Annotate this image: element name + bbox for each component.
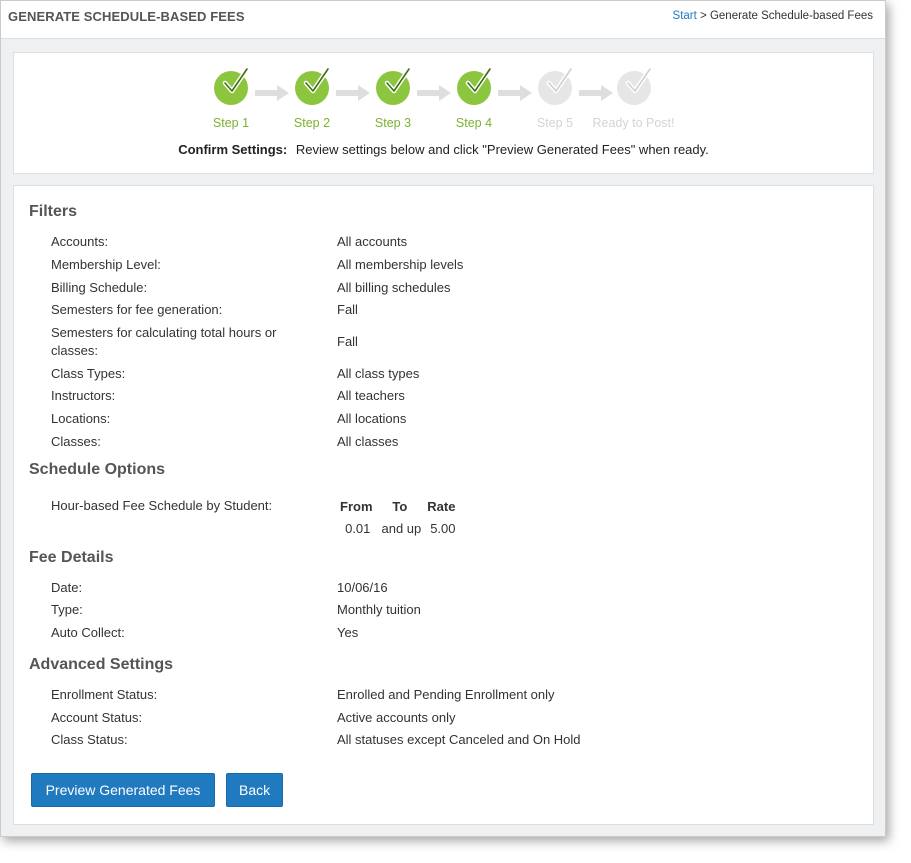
step-label: Step 2 bbox=[293, 116, 331, 130]
step-label: Step 3 bbox=[374, 116, 412, 130]
checkmark-icon bbox=[538, 66, 574, 105]
class-types-label: Class Types: bbox=[51, 366, 126, 381]
settings-summary-panel: Filters Accounts: All accounts Membershi… bbox=[13, 185, 874, 825]
fee-details-heading: Fee Details bbox=[29, 549, 114, 566]
table-header-row: From To Rate bbox=[337, 497, 461, 519]
confirm-title: Confirm Settings: bbox=[178, 142, 288, 157]
step-ready-to-post: Ready to Post! bbox=[581, 66, 686, 130]
type-value: Monthly tuition bbox=[337, 602, 421, 617]
instructors-value: All teachers bbox=[337, 388, 405, 403]
column-header-to: To bbox=[392, 499, 408, 514]
classes-label: Classes: bbox=[51, 434, 101, 449]
fee-semesters-value: Fall bbox=[337, 302, 358, 317]
back-button[interactable]: Back bbox=[226, 773, 283, 807]
accounts-label: Accounts: bbox=[51, 234, 109, 249]
confirm-instructions: Confirm Settings: Review settings below … bbox=[14, 142, 873, 157]
wizard-steps-panel: Step 1 Step 2 Step 3 Step 4 Step 5 Ready… bbox=[13, 52, 874, 174]
locations-value: All locations bbox=[337, 411, 407, 426]
rate-cell: 5.00 bbox=[430, 521, 456, 536]
hours-semesters-value: Fall bbox=[337, 334, 358, 349]
classes-value: All classes bbox=[337, 434, 399, 449]
app-window: GENERATE SCHEDULE-BASED FEES Start > Gen… bbox=[0, 0, 886, 837]
hour-fee-schedule-label: Hour-based Fee Schedule by Student: bbox=[51, 498, 273, 513]
membership-level-label: Membership Level: bbox=[51, 257, 161, 272]
breadcrumb-current: Generate Schedule-based Fees bbox=[709, 10, 873, 22]
type-label: Type: bbox=[51, 602, 83, 617]
schedule-options-heading: Schedule Options bbox=[29, 461, 166, 478]
preview-generated-fees-button[interactable]: Preview Generated Fees bbox=[31, 773, 215, 807]
accounts-value: All accounts bbox=[337, 234, 408, 249]
page-header: GENERATE SCHEDULE-BASED FEES Start > Gen… bbox=[1, 1, 885, 39]
fee-schedule-table: From To Rate 0.01 and up 5.00 bbox=[337, 497, 461, 538]
billing-schedule-value: All billing schedules bbox=[337, 280, 451, 295]
step-label: Ready to Post! bbox=[592, 116, 675, 130]
hours-semesters-label: Semesters for calculating total hours or… bbox=[51, 325, 277, 358]
checkmark-icon bbox=[295, 66, 331, 105]
step-label: Step 4 bbox=[455, 116, 493, 130]
instructors-label: Instructors: bbox=[51, 388, 116, 403]
checkmark-icon bbox=[616, 66, 652, 105]
to-cell: and up bbox=[381, 521, 422, 536]
auto-collect-label: Auto Collect: bbox=[51, 625, 125, 640]
confirm-text: Review settings below and click "Preview… bbox=[295, 142, 709, 157]
checkmark-icon bbox=[214, 66, 250, 105]
table-row: 0.01 and up 5.00 bbox=[337, 519, 461, 538]
breadcrumb-start-link[interactable]: Start bbox=[673, 10, 697, 22]
checkmark-icon bbox=[376, 66, 412, 105]
breadcrumb-separator: > bbox=[700, 10, 707, 22]
date-label: Date: bbox=[51, 580, 83, 595]
date-value: 10/06/16 bbox=[337, 580, 388, 595]
from-cell: 0.01 bbox=[345, 521, 371, 536]
page-title: GENERATE SCHEDULE-BASED FEES bbox=[8, 9, 245, 24]
class-types-value: All class types bbox=[337, 366, 420, 381]
column-header-rate: Rate bbox=[427, 499, 456, 514]
account-status-label: Account Status: bbox=[51, 710, 143, 725]
account-status-value: Active accounts only bbox=[337, 710, 456, 725]
enrollment-status-value: Enrolled and Pending Enrollment only bbox=[337, 687, 555, 702]
column-header-from: From bbox=[340, 499, 373, 514]
auto-collect-value: Yes bbox=[337, 625, 359, 640]
step-label: Step 1 bbox=[212, 116, 250, 130]
membership-level-value: All membership levels bbox=[337, 257, 464, 272]
billing-schedule-label: Billing Schedule: bbox=[51, 280, 148, 295]
enrollment-status-label: Enrollment Status: bbox=[51, 687, 158, 702]
advanced-settings-heading: Advanced Settings bbox=[29, 656, 174, 673]
locations-label: Locations: bbox=[51, 411, 111, 426]
fee-semesters-label: Semesters for fee generation: bbox=[51, 302, 223, 317]
class-status-label: Class Status: bbox=[51, 732, 128, 747]
checkmark-icon bbox=[457, 66, 493, 105]
breadcrumb: Start > Generate Schedule-based Fees bbox=[673, 10, 873, 22]
filters-heading: Filters bbox=[29, 203, 78, 220]
class-status-value: All statuses except Canceled and On Hold bbox=[337, 732, 581, 747]
